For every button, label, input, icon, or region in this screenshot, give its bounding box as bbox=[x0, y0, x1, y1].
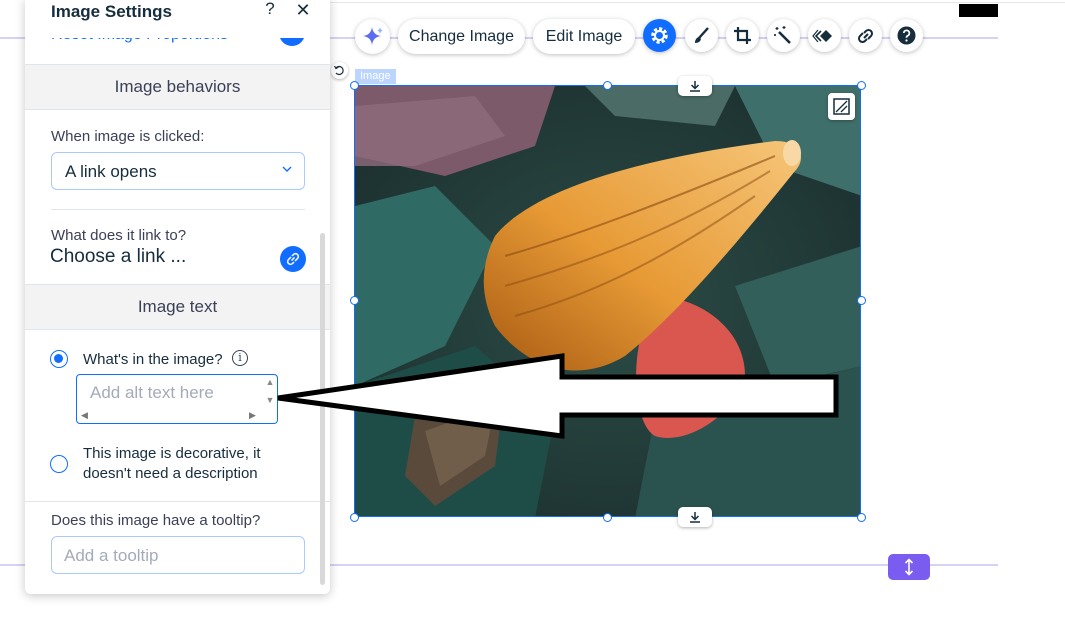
magic-wand-icon[interactable] bbox=[767, 19, 800, 52]
edit-image-button[interactable]: Edit Image bbox=[533, 19, 635, 54]
alt-text-placeholder: Add alt text here bbox=[90, 383, 214, 402]
click-behavior-label: When image is clicked: bbox=[51, 128, 205, 145]
image-fit-icon[interactable] bbox=[828, 93, 855, 120]
change-image-button[interactable]: Change Image bbox=[398, 19, 525, 54]
download-icon-top[interactable] bbox=[678, 76, 712, 96]
divider bbox=[25, 501, 330, 502]
ai-sparkle-icon[interactable] bbox=[355, 19, 390, 54]
brush-icon[interactable] bbox=[685, 19, 718, 52]
click-behavior-value: A link opens bbox=[65, 162, 157, 181]
resize-handle-top[interactable] bbox=[603, 81, 612, 90]
crop-icon[interactable] bbox=[726, 19, 759, 52]
section-image-text: Image text bbox=[25, 284, 330, 330]
resize-handle-right[interactable] bbox=[857, 296, 866, 305]
decorative-radio-label: This image is decorative, it doesn't nee… bbox=[83, 445, 261, 482]
help-question-icon[interactable]: ? bbox=[263, 0, 277, 19]
divider bbox=[51, 209, 305, 210]
close-icon[interactable]: ✕ bbox=[295, 0, 311, 21]
alt-text-radio[interactable] bbox=[50, 350, 68, 368]
link-icon[interactable] bbox=[849, 19, 882, 52]
link-target-label: What does it link to? bbox=[51, 227, 187, 244]
canvas-black-element[interactable] bbox=[959, 4, 998, 17]
resize-handle-top-right[interactable] bbox=[857, 81, 866, 90]
tooltip-placeholder: Add a tooltip bbox=[64, 546, 159, 565]
animation-icon[interactable] bbox=[808, 19, 841, 52]
chevron-down-icon bbox=[282, 166, 292, 172]
alt-text-input[interactable]: Add alt text here ▲ ▼ ◀ ▶ bbox=[76, 374, 278, 424]
decorative-radio[interactable] bbox=[50, 455, 68, 473]
panel-header: Image Settings ? ✕ bbox=[25, 0, 330, 38]
scroll-left-icon[interactable]: ◀ bbox=[81, 410, 88, 421]
shell-photo bbox=[355, 86, 860, 516]
click-behavior-dropdown[interactable]: A link opens bbox=[51, 152, 305, 190]
canvas-top-border bbox=[330, 2, 1065, 3]
section-image-behaviors: Image behaviors bbox=[25, 64, 330, 110]
download-icon-bottom[interactable] bbox=[678, 507, 712, 527]
settings-gear-icon[interactable] bbox=[643, 19, 676, 52]
alt-text-radio-label: What's in the image? bbox=[83, 351, 223, 368]
image-settings-panel: Reset Image Proportions Image Settings ?… bbox=[25, 0, 330, 594]
resize-handle-top-left[interactable] bbox=[350, 81, 359, 90]
link-chain-icon[interactable] bbox=[280, 246, 306, 272]
resize-handle-bottom-left[interactable] bbox=[350, 513, 359, 522]
editor-canvas: Image Change Image Edit Image Image Sett… bbox=[0, 0, 1065, 622]
panel-title: Image Settings bbox=[51, 2, 172, 21]
resize-handle-bottom-right[interactable] bbox=[857, 513, 866, 522]
choose-link-value[interactable]: Choose a link ... bbox=[50, 246, 186, 268]
rotate-icon[interactable] bbox=[331, 62, 348, 79]
resize-handle-bottom[interactable] bbox=[603, 513, 612, 522]
stretch-handle-button[interactable] bbox=[888, 554, 930, 580]
help-icon[interactable] bbox=[890, 19, 923, 52]
tooltip-input[interactable]: Add a tooltip bbox=[51, 536, 305, 574]
element-type-tag: Image bbox=[355, 69, 396, 84]
selected-image[interactable] bbox=[354, 85, 861, 517]
annotation-arrow bbox=[277, 353, 839, 439]
tooltip-label: Does this image have a tooltip? bbox=[51, 512, 261, 529]
resize-handle-left[interactable] bbox=[350, 296, 359, 305]
scroll-right-icon[interactable]: ▶ bbox=[249, 410, 256, 421]
info-icon[interactable]: i bbox=[232, 350, 248, 366]
